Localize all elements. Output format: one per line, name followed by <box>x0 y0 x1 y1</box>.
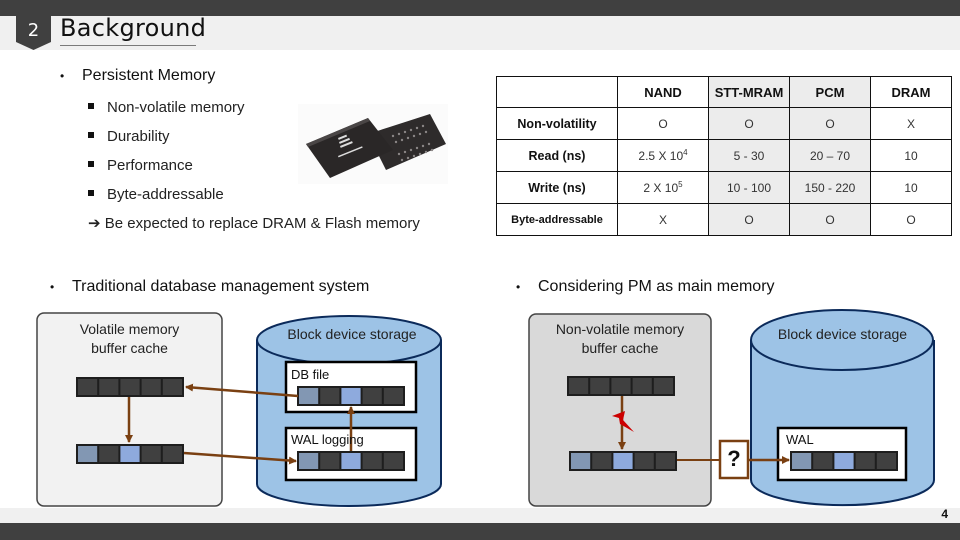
buffer-cell <box>383 453 403 469</box>
buffer-cells-top <box>76 377 184 397</box>
buffer-cell <box>653 378 673 394</box>
buffer-cell <box>362 388 382 404</box>
buffer-cell <box>320 453 340 469</box>
storage-label-left: Block device storage <box>287 326 417 342</box>
buffer-cell <box>383 388 403 404</box>
label-line: Volatile memory <box>79 321 180 337</box>
buffer-cell <box>162 446 182 462</box>
buffer-cell <box>341 453 361 469</box>
wal-logging-cells <box>297 451 405 471</box>
label-line: buffer cache <box>91 340 168 356</box>
bottom-bar <box>0 523 960 540</box>
buffer-cells-bottom <box>569 451 677 471</box>
buffer-cell <box>99 446 119 462</box>
buffer-cell <box>855 453 875 469</box>
buffer-cell <box>813 453 833 469</box>
wal-cells <box>790 451 898 471</box>
buffer-cell <box>590 378 610 394</box>
buffer-cell <box>834 453 854 469</box>
storage-label-right: Block device storage <box>777 326 908 342</box>
buffer-cells-top <box>567 376 675 396</box>
buffer-cell <box>320 388 340 404</box>
label-line: Non-volatile memory <box>555 321 685 337</box>
diagrams <box>36 309 935 507</box>
wal-logging-label: WAL logging <box>291 432 364 447</box>
buffer-cell <box>592 453 612 469</box>
buffer-cell <box>78 379 98 395</box>
question-mark: ? <box>727 446 741 471</box>
db-file-label: DB file <box>291 367 330 382</box>
buffer-cells-bottom <box>76 444 184 464</box>
buffer-cell <box>99 379 119 395</box>
buffer-cell <box>569 378 589 394</box>
buffer-cell <box>876 453 896 469</box>
buffer-cell <box>611 378 631 394</box>
buffer-cell <box>141 446 161 462</box>
label-line: buffer cache <box>581 340 659 356</box>
page-number: 4 <box>941 507 948 521</box>
volatile-buffer-label: Volatile memory buffer cache <box>37 320 222 358</box>
footer-bar <box>0 508 960 523</box>
buffer-cell <box>162 379 182 395</box>
buffer-cell <box>341 388 361 404</box>
buffer-cell <box>571 453 591 469</box>
buffer-cell <box>120 446 140 462</box>
nonvolatile-buffer-label: Non-volatile memory buffer cache <box>529 320 711 358</box>
buffer-cell <box>120 379 140 395</box>
db-file-cells <box>297 386 405 406</box>
buffer-cell <box>299 388 319 404</box>
buffer-cell <box>634 453 654 469</box>
buffer-cell <box>632 378 652 394</box>
buffer-cell <box>655 453 675 469</box>
buffer-cell <box>362 453 382 469</box>
buffer-cell <box>78 446 98 462</box>
buffer-cell <box>299 453 319 469</box>
buffer-cell <box>613 453 633 469</box>
buffer-cell <box>141 379 161 395</box>
wal-label: WAL <box>786 432 814 447</box>
buffer-cell <box>792 453 812 469</box>
